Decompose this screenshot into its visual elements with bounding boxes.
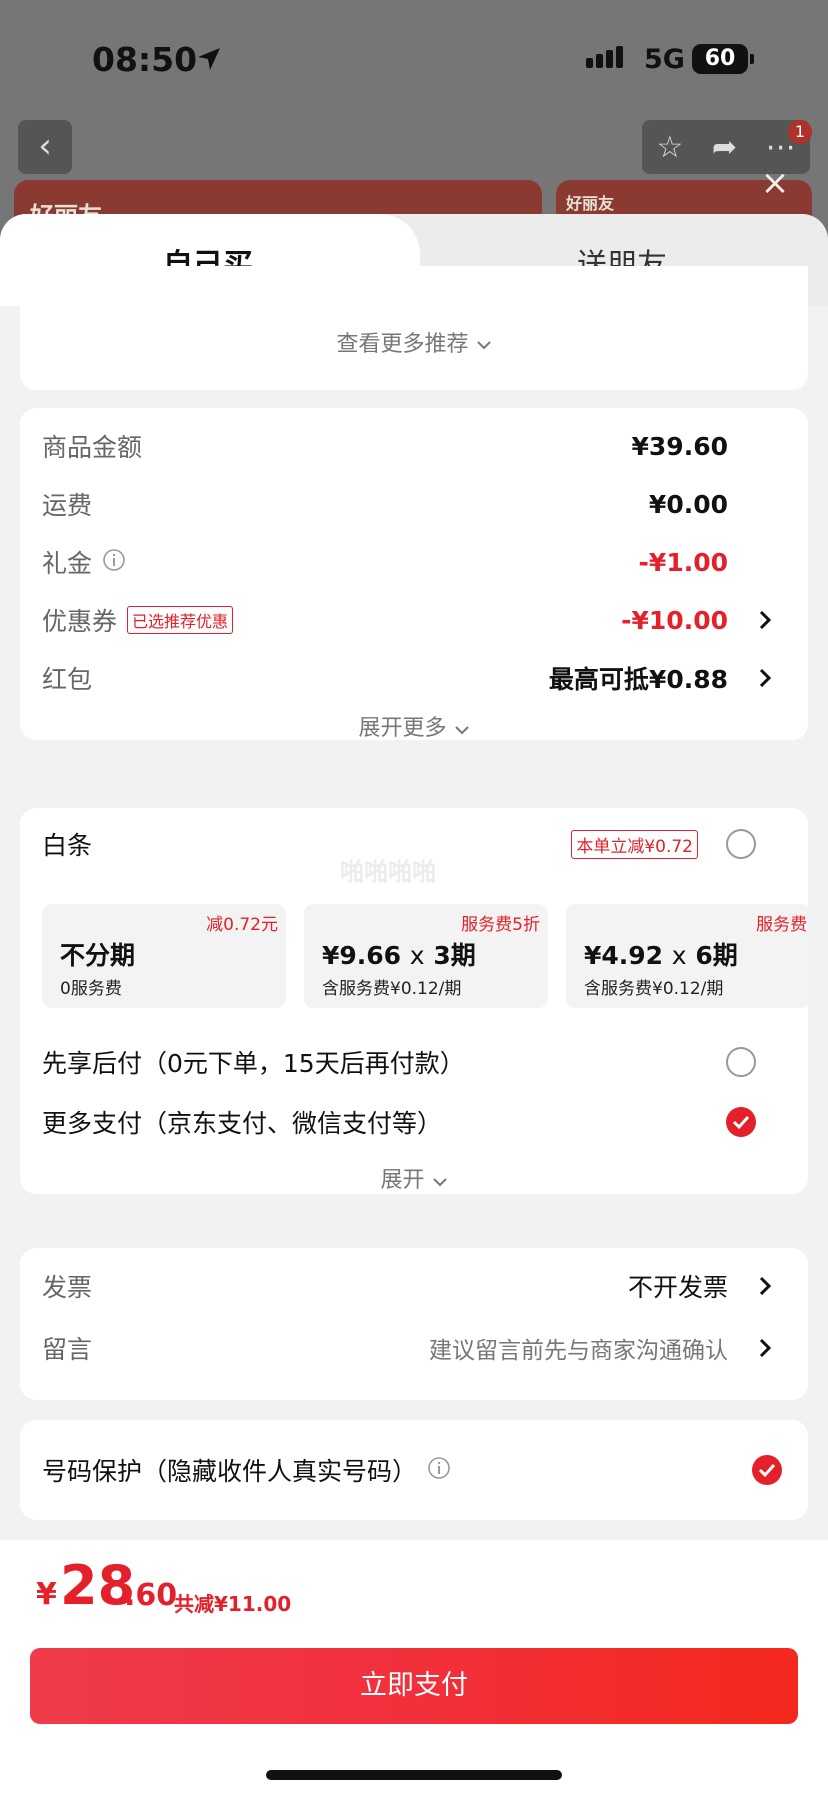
expand-more-label: 展开更多 [358, 716, 447, 741]
privacy-card: 号码保护（隐藏收件人真实号码） [20, 1420, 808, 1520]
watermark: 啪啪啪啪 [340, 858, 436, 886]
plan-term: 3期 [433, 941, 476, 970]
gift-money-label: 礼金 [42, 549, 93, 578]
plan-fee: 0服务费 [60, 979, 122, 999]
row-goods-amount: 商品金额 ¥39.60 [42, 426, 786, 466]
baitiao-promo-tag: 本单立减¥0.72 [571, 829, 698, 859]
total-currency: ¥ [36, 1577, 57, 1612]
info-icon[interactable] [427, 1456, 451, 1484]
shipping-value: ¥0.00 [648, 489, 728, 519]
chevron-right-icon [754, 1275, 776, 1297]
plan-badge: 服务费5 [756, 915, 808, 935]
goods-amount-label: 商品金额 [42, 433, 143, 462]
row-note[interactable]: 留言 建议留言前先与商家沟通确认 [42, 1328, 786, 1368]
chevron-down-icon [432, 1169, 448, 1194]
shipping-label: 运费 [42, 491, 93, 520]
plan-price: ¥9.66 [322, 941, 402, 970]
row-shipping: 运费 ¥0.00 [42, 484, 786, 524]
coupon-value: -¥10.00 [621, 605, 728, 635]
baitiao-radio[interactable] [726, 829, 756, 859]
red-packet-label: 红包 [42, 665, 93, 694]
plan-price: ¥4.92 [584, 941, 664, 970]
battery-tip [750, 54, 754, 64]
row-gift-money: 礼金 -¥1.00 [42, 542, 786, 582]
battery-icon: 60 [692, 44, 748, 74]
row-pay-later[interactable]: 先享后付（0元下单，15天后再付款） [42, 1042, 786, 1082]
location-arrow-icon [196, 46, 222, 72]
chevron-right-icon [754, 609, 776, 631]
plan-fee: 含服务费¥0.12/期 [584, 979, 724, 999]
row-red-packet[interactable]: 红包 最高可抵¥0.88 [42, 658, 786, 698]
row-more-pay[interactable]: 更多支付（京东支付、微信支付等） [42, 1102, 786, 1142]
pay-now-button[interactable]: 立即支付 [30, 1648, 798, 1724]
back-icon[interactable]: ‹ [18, 120, 72, 174]
plan-term: 6期 [695, 941, 738, 970]
pay-later-label: 先享后付（0元下单，15天后再付款） [42, 1049, 465, 1078]
plan-times: x [671, 941, 687, 970]
red-packet-value: 最高可抵¥0.88 [548, 665, 728, 694]
total-decimal: .60 [124, 1578, 178, 1613]
plan-title: 不分期 [60, 941, 136, 970]
expand-payment-label: 展开 [380, 1168, 425, 1193]
check-circle-icon[interactable] [752, 1455, 782, 1485]
note-label: 留言 [42, 1335, 93, 1364]
plan-fee: 含服务费¥0.12/期 [322, 979, 462, 999]
pay-later-radio[interactable] [726, 1047, 756, 1077]
row-number-protect[interactable]: 号码保护（隐藏收件人真实号码） [42, 1450, 786, 1490]
row-invoice[interactable]: 发票 不开发票 [42, 1266, 786, 1306]
check-circle-icon[interactable] [726, 1107, 756, 1137]
plan-no-installment[interactable]: 减0.72元 不分期 0服务费 [42, 904, 286, 1008]
goods-amount-value: ¥39.60 [631, 431, 728, 461]
more-recommend-label: 查看更多推荐 [336, 332, 469, 357]
chevron-down-icon [476, 339, 492, 351]
coupon-tag: 已选推荐优惠 [127, 606, 234, 634]
plan-badge: 服务费5折 [461, 915, 540, 935]
coupon-label: 优惠券 [42, 607, 118, 636]
chevron-right-icon [754, 667, 776, 689]
status-time: 08:50 [92, 40, 198, 79]
note-input[interactable]: 建议留言前先与商家沟通确认 [429, 1331, 728, 1365]
number-protect-label: 号码保护（隐藏收件人真实号码） [42, 1457, 418, 1486]
invoice-label: 发票 [42, 1273, 93, 1302]
promo-banner-secondary-label: 好丽友 [566, 194, 615, 213]
star-icon[interactable]: ☆ [656, 130, 683, 165]
share-icon[interactable]: ➦ [712, 130, 737, 165]
signal-icon [586, 46, 623, 68]
baitiao-label: 白条 [42, 831, 93, 860]
expand-payment-link[interactable]: 展开 [20, 1162, 808, 1194]
invoice-card: 发票 不开发票 留言 建议留言前先与商家沟通确认 [20, 1248, 808, 1400]
recommend-card: 查看更多推荐 [20, 266, 808, 390]
expand-more-link[interactable]: 展开更多 [20, 710, 808, 742]
plan-3-installments[interactable]: 服务费5折 ¥9.66 x 3期 含服务费¥0.12/期 [304, 904, 548, 1008]
home-indicator [266, 1770, 562, 1780]
info-icon[interactable] [102, 548, 126, 576]
plan-badge: 减0.72元 [206, 915, 278, 935]
plan-title: ¥9.66 x 3期 [322, 936, 476, 972]
plan-6-installments[interactable]: 服务费5 ¥4.92 x 6期 含服务费¥0.12/期 [566, 904, 808, 1008]
network-type: 5G [644, 44, 685, 75]
total-saved: 共减¥11.00 [174, 1592, 292, 1616]
more-pay-label: 更多支付（京东支付、微信支付等） [42, 1109, 443, 1138]
plan-times: x [409, 941, 425, 970]
notification-badge: 1 [788, 120, 812, 144]
close-icon[interactable]: × [760, 166, 790, 200]
chevron-right-icon [754, 1337, 776, 1359]
gift-money-value: -¥1.00 [638, 547, 728, 577]
chevron-down-icon [454, 717, 470, 742]
price-summary-card: 商品金额 ¥39.60 运费 ¥0.00 礼金 -¥1.00 优惠券 已选推荐优… [20, 408, 808, 742]
more-recommend-link[interactable]: 查看更多推荐 [20, 326, 808, 358]
plan-title: ¥4.92 x 6期 [584, 936, 738, 972]
row-coupon[interactable]: 优惠券 已选推荐优惠 -¥10.00 [42, 600, 786, 640]
invoice-value: 不开发票 [627, 1273, 728, 1302]
